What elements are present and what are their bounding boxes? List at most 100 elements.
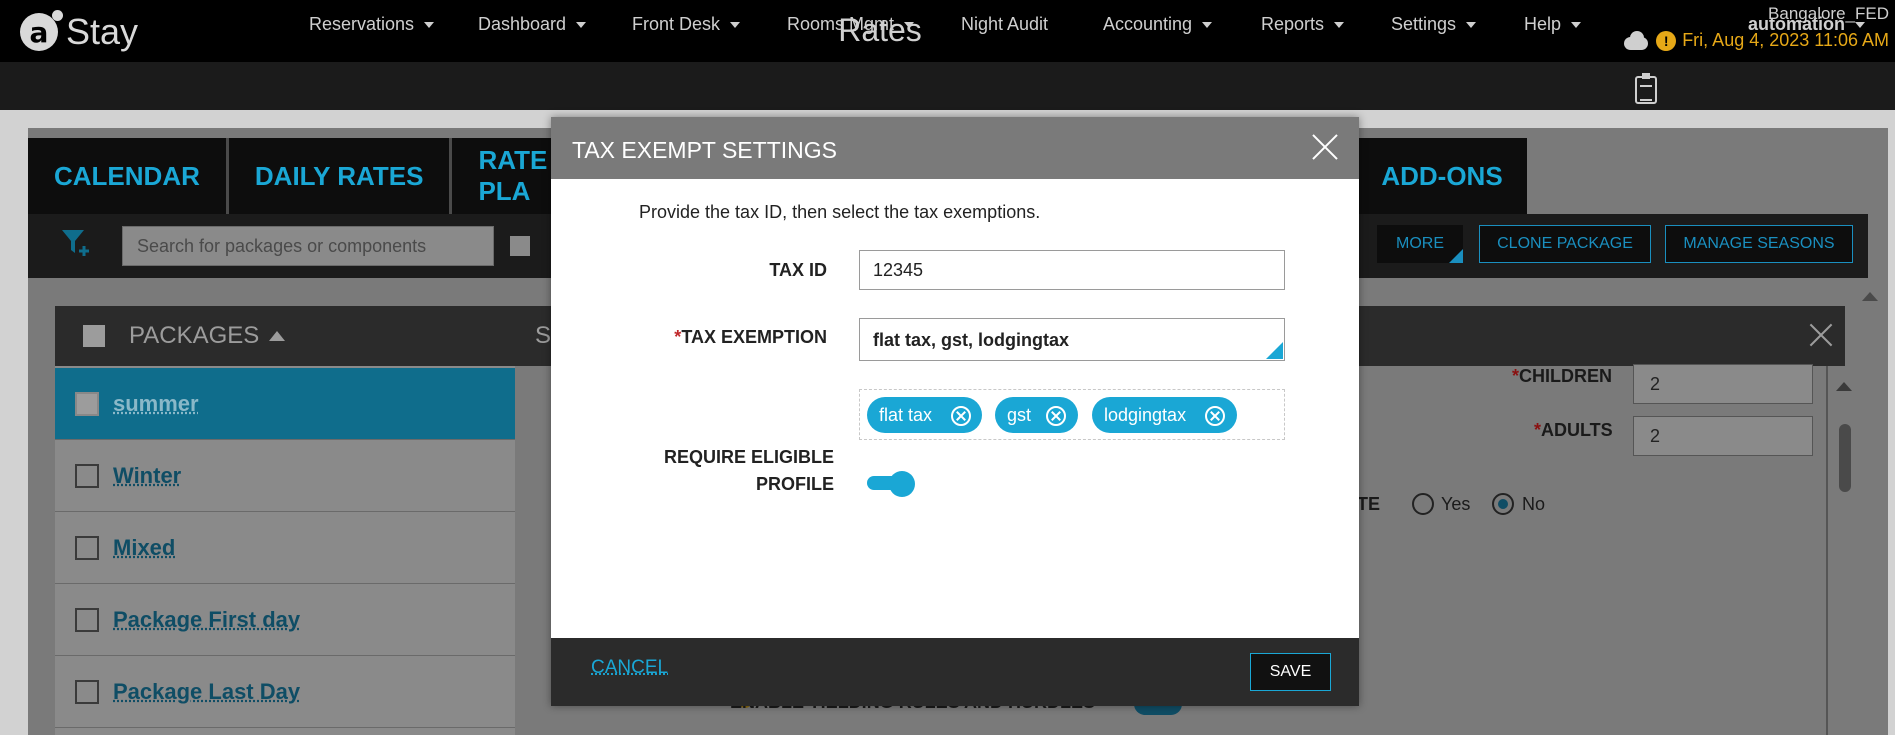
package-row[interactable]: summer [55, 368, 515, 440]
chip-label: gst [1007, 404, 1032, 425]
clone-package-button[interactable]: CLONE PACKAGE [1479, 225, 1651, 263]
detail-title: S [535, 322, 552, 349]
children-label-text: CHILDREN [1519, 366, 1613, 386]
row-checkbox[interactable] [75, 679, 99, 704]
filter-icon[interactable] [60, 226, 90, 260]
close-icon[interactable] [1808, 322, 1834, 348]
chip-label: lodgingtax [1104, 404, 1187, 425]
detail-divider [1826, 366, 1828, 735]
nav-reports[interactable]: Reports [1261, 14, 1345, 35]
remove-chip-icon[interactable] [951, 406, 971, 426]
tax-id-input[interactable] [859, 250, 1285, 290]
nav-label: Front Desk [632, 14, 721, 34]
nav-accounting[interactable]: Accounting [1103, 14, 1213, 35]
rates-tabs: CALENDAR DAILY RATES RATE PLA [28, 138, 613, 214]
chevron-down-icon [576, 22, 587, 29]
chevron-down-icon [1202, 22, 1213, 29]
select-all-checkbox[interactable] [83, 325, 105, 347]
tab-add-ons[interactable]: ADD-ONS [1357, 138, 1527, 214]
nav-rooms-mgmt[interactable]: Rooms Mgmt [787, 14, 915, 35]
children-label: *CHILDREN [1512, 366, 1612, 387]
package-search-input[interactable]: Search for packages or components [122, 226, 494, 266]
toggle-knob [889, 471, 915, 497]
package-link[interactable]: Package First day [113, 607, 300, 633]
more-button[interactable]: MORE [1377, 225, 1463, 263]
adults-label: *ADULTS [1534, 420, 1613, 441]
package-row[interactable]: Package Last Day [55, 656, 515, 728]
require-eligible-toggle[interactable] [867, 469, 915, 497]
user-name: automation [1748, 14, 1845, 34]
adults-input[interactable]: 2 [1633, 416, 1813, 456]
manage-seasons-button[interactable]: MANAGE SEASONS [1665, 225, 1853, 263]
selected-exemptions: flat tax gst lodgingtax [859, 389, 1285, 440]
no-radio[interactable] [1492, 493, 1514, 515]
tax-exemption-label-text: TAX EXEMPTION [681, 327, 827, 347]
chevron-down-icon [1466, 22, 1477, 29]
chevron-down-icon [1334, 22, 1345, 29]
chevron-down-icon [424, 22, 435, 29]
nav-front-desk[interactable]: Front Desk [632, 14, 741, 35]
row-checkbox[interactable] [75, 391, 99, 416]
exemption-chip: lodgingtax [1092, 397, 1237, 433]
tax-id-label: TAX ID [769, 260, 827, 280]
remove-chip-icon[interactable] [1205, 406, 1225, 426]
adults-label-text: ADULTS [1541, 420, 1613, 440]
nav-help[interactable]: Help [1524, 14, 1582, 35]
package-link[interactable]: summer [113, 391, 199, 417]
required-marker: * [1534, 420, 1542, 440]
modal-instructions: Provide the tax ID, then select the tax … [639, 202, 1041, 222]
user-menu[interactable]: automation [1748, 14, 1865, 35]
nav-label: Help [1524, 14, 1562, 34]
clipboard-icon[interactable] [1635, 73, 1657, 104]
yes-label: Yes [1441, 494, 1471, 514]
exemption-chip: flat tax [867, 397, 982, 433]
packages-title: PACKAGES [129, 322, 260, 349]
alert-icon[interactable]: ! [1656, 30, 1677, 51]
cancel-button[interactable]: CANCEL [591, 657, 668, 679]
row-checkbox[interactable] [75, 607, 99, 632]
modal-title: TAX EXEMPT SETTINGS [572, 137, 837, 163]
require-label-line: PROFILE [755, 474, 834, 494]
scrollbar-thumb[interactable] [1839, 424, 1851, 492]
row-checkbox[interactable] [75, 463, 99, 488]
tab-daily-rates[interactable]: DAILY RATES [228, 138, 453, 214]
main-nav [0, 62, 1895, 110]
nav-dashboard[interactable]: Dashboard [478, 14, 587, 35]
require-label-line: REQUIRE ELIGIBLE [663, 447, 834, 467]
tab-calendar[interactable]: CALENDAR [28, 138, 229, 214]
nav-label: Night Audit [961, 14, 1049, 34]
chevron-down-icon [904, 22, 915, 29]
nav-reservations[interactable]: Reservations [309, 14, 435, 35]
chip-label: flat tax [879, 404, 933, 425]
required-marker: * [1512, 366, 1520, 386]
nav-night-audit[interactable]: Night Audit [961, 14, 1048, 35]
no-label: No [1522, 494, 1546, 514]
partial-label: TE [1357, 494, 1381, 514]
package-row[interactable]: Package First day [55, 584, 515, 656]
package-link[interactable]: Winter [113, 463, 181, 489]
scroll-up-icon[interactable] [1836, 382, 1852, 391]
package-row[interactable]: Mixed [55, 512, 515, 584]
save-button[interactable]: SAVE [1250, 653, 1331, 691]
nav-label: Settings [1391, 14, 1457, 34]
remove-chip-icon[interactable] [1046, 406, 1066, 426]
toolbar-checkbox[interactable] [510, 236, 530, 256]
chevron-down-icon [730, 22, 741, 29]
tax-exemption-label: *TAX EXEMPTION [631, 327, 827, 348]
tax-exempt-modal: TAX EXEMPT SETTINGS Provide the tax ID, … [551, 117, 1359, 706]
packages-header: PACKAGES [55, 306, 515, 366]
page-scroll-up-icon[interactable] [1862, 292, 1878, 301]
package-link[interactable]: Mixed [113, 535, 175, 561]
tax-exemption-select[interactable]: flat tax, gst, lodgingtax [859, 318, 1285, 361]
nav-label: Reports [1261, 14, 1325, 34]
row-checkbox[interactable] [75, 535, 99, 560]
nav-settings[interactable]: Settings [1391, 14, 1477, 35]
yes-radio[interactable] [1412, 493, 1434, 515]
package-row[interactable]: Winter [55, 440, 515, 512]
package-link[interactable]: Package Last Day [113, 679, 300, 705]
sort-ascending-icon[interactable] [269, 331, 286, 341]
cloud-icon[interactable] [1622, 30, 1650, 51]
children-input[interactable]: 2 [1633, 364, 1813, 404]
close-icon[interactable] [1311, 133, 1339, 161]
chevron-down-icon [1855, 22, 1865, 29]
